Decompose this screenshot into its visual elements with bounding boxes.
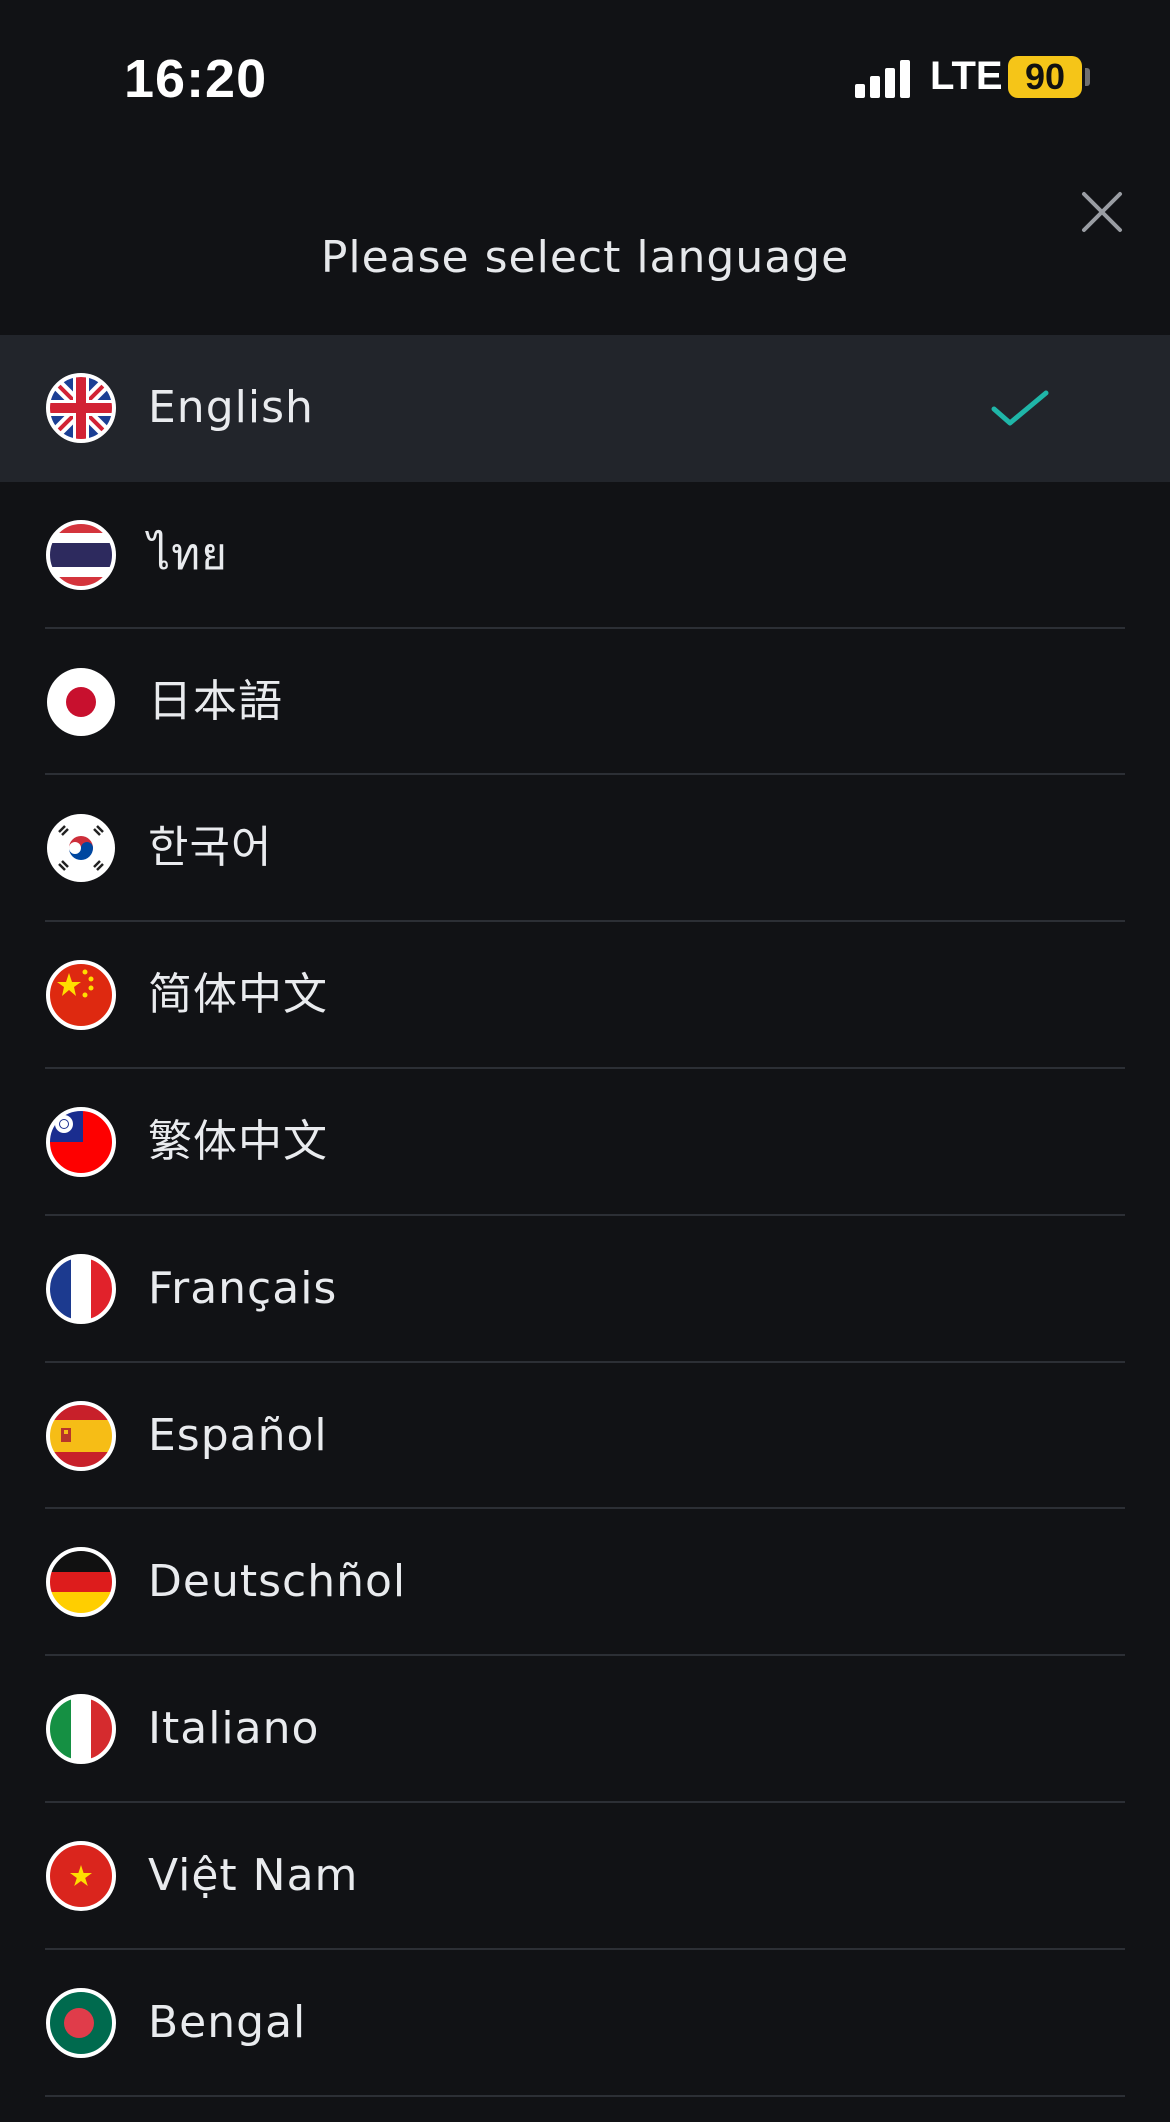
language-label: Việt Nam: [148, 1849, 359, 1901]
language-item-french[interactable]: Français: [0, 1216, 1170, 1363]
language-label: English: [148, 382, 314, 433]
status-time: 16:20: [124, 49, 268, 109]
language-item-japanese[interactable]: 日本語: [0, 629, 1170, 776]
vietnam-flag-icon: [46, 1840, 116, 1911]
divider: [45, 2094, 1125, 2097]
language-label: Deutschñol: [148, 1556, 407, 1608]
battery-icon: 90: [1008, 56, 1082, 98]
language-item-spanish[interactable]: Español: [0, 1363, 1170, 1510]
language-list: English ไทย 日本語 한국어 简体中文 繁体中文 Français E…: [0, 335, 1170, 2097]
language-item-italian[interactable]: Italiano: [0, 1656, 1170, 1803]
language-item-english[interactable]: English: [0, 335, 1170, 482]
battery-tip: [1085, 68, 1090, 86]
language-item-bengali[interactable]: Bengal: [0, 1950, 1170, 2097]
close-icon: [1082, 192, 1122, 232]
language-label: 简体中文: [148, 969, 328, 1021]
language-label: 한국어: [148, 822, 273, 874]
language-item-thai[interactable]: ไทย: [0, 482, 1170, 629]
language-item-korean[interactable]: 한국어: [0, 775, 1170, 923]
language-label: Bengal: [148, 1996, 307, 2048]
signal-icon: [855, 58, 915, 98]
language-label: Italiano: [148, 1703, 320, 1755]
checkmark-icon: [991, 390, 1049, 426]
japan-flag-icon: [47, 667, 115, 736]
network-type: LTE: [930, 54, 1003, 98]
uk-flag-icon: [46, 373, 116, 443]
taiwan-flag-icon: [46, 1106, 116, 1177]
language-item-vietnamese[interactable]: Việt Nam: [0, 1803, 1170, 1950]
italy-flag-icon: [46, 1694, 116, 1765]
status-bar: 16:20 LTE 90: [0, 0, 1170, 160]
germany-flag-icon: [46, 1547, 116, 1618]
language-label: 日本語: [148, 675, 283, 727]
language-item-traditional-chinese[interactable]: 繁体中文: [0, 1069, 1170, 1216]
language-item-german[interactable]: Deutschñol: [0, 1509, 1170, 1657]
language-label: Français: [148, 1262, 338, 1314]
korea-flag-icon: [47, 814, 115, 883]
close-button[interactable]: [1076, 186, 1128, 238]
page-title: Please select language: [320, 232, 850, 283]
language-item-simplified-chinese[interactable]: 简体中文: [0, 922, 1170, 1069]
language-label: 繁体中文: [148, 1115, 328, 1167]
language-label: Español: [148, 1409, 328, 1461]
spain-flag-icon: [46, 1400, 116, 1471]
bangladesh-flag-icon: [46, 1987, 116, 2058]
language-label: ไทย: [148, 528, 228, 580]
china-flag-icon: [46, 960, 116, 1031]
france-flag-icon: [46, 1253, 116, 1324]
thailand-flag-icon: [46, 519, 116, 590]
